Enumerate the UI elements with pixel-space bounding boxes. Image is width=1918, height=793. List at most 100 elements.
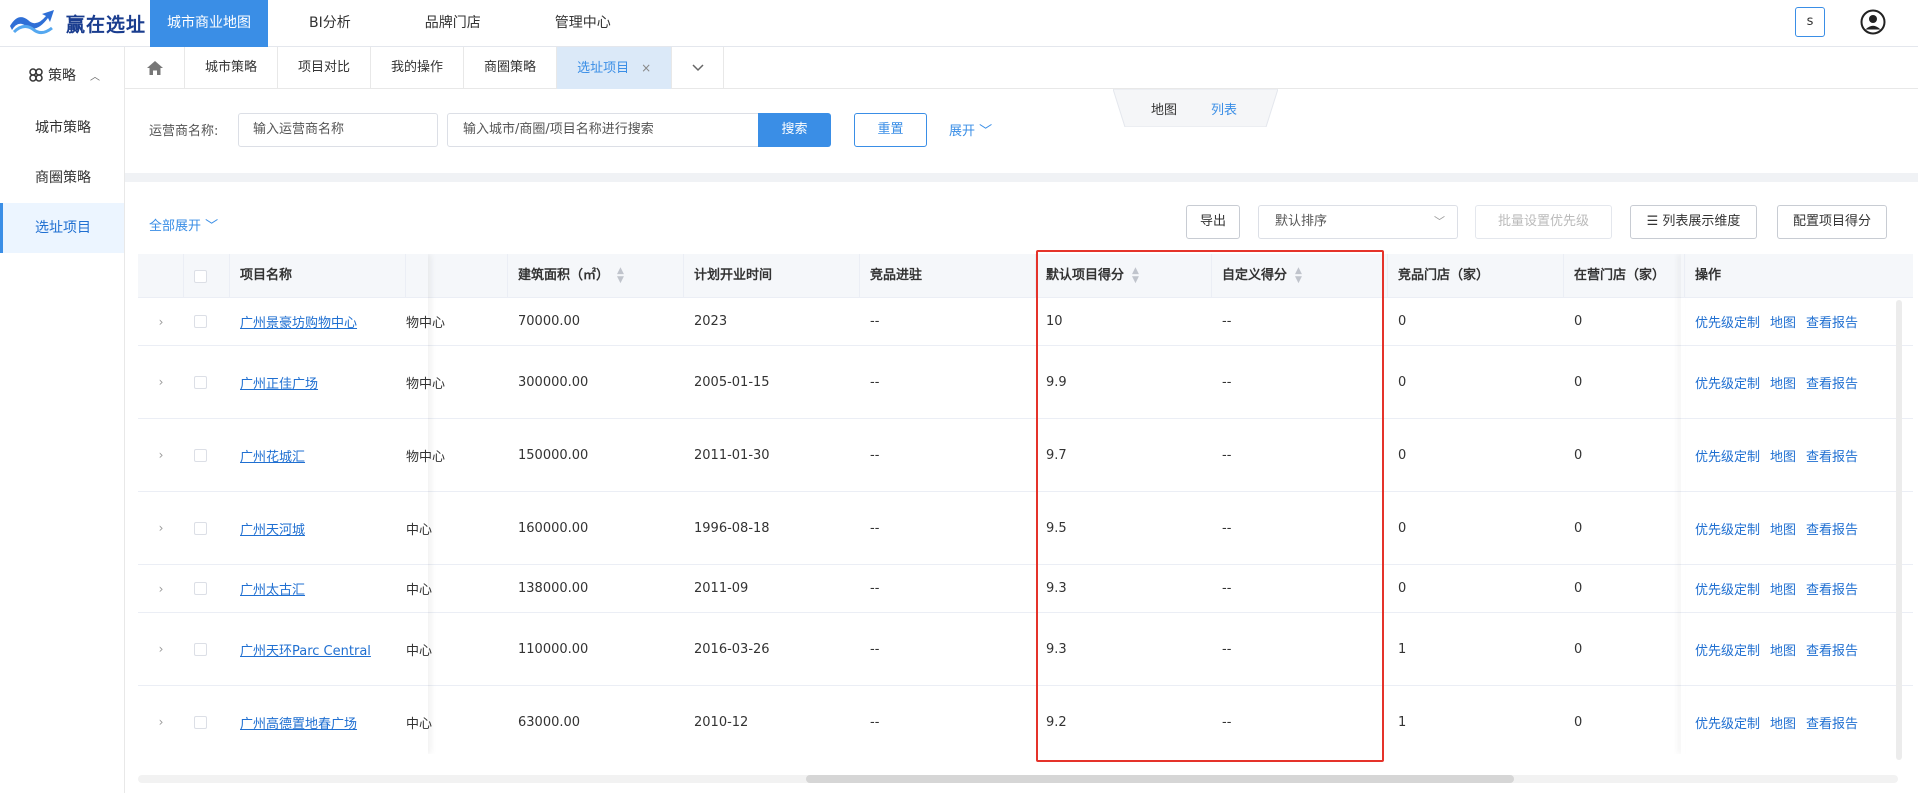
export-button[interactable]: 导出 (1186, 205, 1240, 239)
priority-custom-link[interactable]: 优先级定制 (1695, 312, 1760, 331)
row-checkbox[interactable] (194, 375, 207, 389)
th-custom-score[interactable]: 自定义得分 ▲ ▼ (1212, 254, 1388, 298)
row-checkbox[interactable] (194, 642, 207, 656)
row-checkbox[interactable] (194, 521, 207, 535)
priority-custom-link[interactable]: 优先级定制 (1695, 713, 1760, 732)
map-link[interactable]: 地图 (1770, 579, 1796, 598)
search-button[interactable]: 搜索 (758, 113, 831, 147)
batch-priority-button[interactable]: 批量设置优先级 (1475, 205, 1612, 239)
search-input[interactable]: 输入城市/商圈/项目名称进行搜索 (447, 113, 759, 147)
expand-filter-button[interactable]: 展开 ﹀ (949, 120, 992, 139)
row-expander[interactable]: › (138, 419, 184, 491)
project-link[interactable]: 广州天环Parc Central (240, 640, 371, 659)
th-area[interactable]: 建筑面积（㎡） ▲ ▼ (508, 254, 684, 298)
view-report-link[interactable]: 查看报告 (1806, 312, 1858, 331)
view-report-link[interactable]: 查看报告 (1806, 713, 1858, 732)
cell-open-time: 2005-01-15 (694, 374, 770, 390)
view-report-link[interactable]: 查看报告 (1806, 446, 1858, 465)
horizontal-scrollbar[interactable] (138, 775, 1898, 783)
row-checkbox[interactable] (194, 715, 207, 729)
tab-site-projects[interactable]: 选址项目 × (557, 46, 673, 89)
sidebar-item-site-projects[interactable]: 选址项目 (0, 203, 124, 253)
row-expander[interactable]: › (138, 492, 184, 564)
row-expander[interactable]: › (138, 346, 184, 418)
priority-custom-link[interactable]: 优先级定制 (1695, 640, 1760, 659)
row-checkbox[interactable] (194, 582, 207, 595)
horizontal-scrollbar-thumb[interactable] (806, 775, 1514, 783)
row-checkbox[interactable] (194, 315, 207, 328)
priority-custom-link[interactable]: 优先级定制 (1695, 446, 1760, 465)
view-report-link[interactable]: 查看报告 (1806, 579, 1858, 598)
priority-custom-link[interactable]: 优先级定制 (1695, 579, 1760, 598)
expand-filter-label: 展开 (949, 124, 976, 139)
map-link[interactable]: 地图 (1770, 519, 1796, 538)
map-link[interactable]: 地图 (1770, 312, 1796, 331)
row-expander[interactable]: › (138, 298, 184, 345)
view-map-toggle[interactable]: 地图 (1151, 99, 1177, 118)
tab-home[interactable] (125, 46, 185, 89)
expand-all-button[interactable]: 全部展开 ﹀ (149, 215, 218, 234)
map-link[interactable]: 地图 (1770, 640, 1796, 659)
table-row: › 广州正佳广场 物中心 300000.00 2005-01-15 -- 9.9 -- 0 0 优先… (138, 346, 1913, 419)
nav-bi[interactable]: BI分析 (292, 0, 368, 47)
vertical-scrollbar[interactable] (1896, 300, 1902, 760)
row-checkbox[interactable] (194, 448, 207, 462)
row-expander[interactable]: › (138, 686, 184, 754)
sidebar-item-city-strategy[interactable]: 城市策略 (0, 103, 124, 153)
project-link[interactable]: 广州景豪坊购物中心 (240, 312, 357, 331)
nav-brand-stores[interactable]: 品牌门店 (408, 0, 498, 47)
select-all-checkbox[interactable] (194, 269, 207, 283)
close-icon[interactable]: × (641, 61, 651, 75)
sidebar-item-district-strategy[interactable]: 商圈策略 (0, 153, 124, 203)
list-dimensions-button[interactable]: ☰ 列表展示维度 (1630, 205, 1757, 239)
user-avatar-icon[interactable] (1860, 9, 1886, 35)
operator-input[interactable]: 输入运营商名称 (238, 113, 438, 147)
th-default-score[interactable]: 默认项目得分 ▲ ▼ (1036, 254, 1212, 298)
tab-project-compare[interactable]: 项目对比 (278, 46, 372, 89)
tab-more-button[interactable] (672, 46, 725, 89)
view-report-link[interactable]: 查看报告 (1806, 519, 1858, 538)
cell-default-score: 9.5 (1046, 520, 1067, 536)
cell-area: 70000.00 (518, 314, 581, 329)
top-bar: 赢在选址 城市商业地图 BI分析 品牌门店 管理中心 s (0, 0, 1918, 47)
project-link[interactable]: 广州花城汇 (240, 446, 305, 465)
nav-management[interactable]: 管理中心 (538, 0, 628, 47)
chevron-right-icon: › (158, 715, 164, 729)
priority-custom-link[interactable]: 优先级定制 (1695, 519, 1760, 538)
reset-button[interactable]: 重置 (854, 113, 927, 147)
view-list-toggle[interactable]: 列表 (1211, 99, 1237, 118)
tab-district-strategy[interactable]: 商圈策略 (464, 46, 558, 89)
map-link[interactable]: 地图 (1770, 446, 1796, 465)
map-link[interactable]: 地图 (1770, 373, 1796, 392)
map-link[interactable]: 地图 (1770, 713, 1796, 732)
view-report-link[interactable]: 查看报告 (1806, 640, 1858, 659)
sidebar-group-strategy[interactable]: 策略 ︿ (0, 47, 124, 103)
tab-city-strategy[interactable]: 城市策略 (185, 46, 279, 89)
chevron-right-icon: › (158, 375, 164, 389)
row-expander[interactable]: › (138, 565, 184, 612)
tab-my-operations[interactable]: 我的操作 (371, 46, 465, 89)
sort-icon: ▲ ▼ (1295, 265, 1302, 285)
user-initial-button[interactable]: s (1795, 7, 1825, 37)
th-expand (138, 254, 184, 298)
cell-area: 138000.00 (518, 581, 589, 596)
row-select (184, 346, 230, 418)
row-expander[interactable]: › (138, 613, 184, 685)
project-link[interactable]: 广州天河城 (240, 519, 305, 538)
logo-icon (10, 10, 54, 35)
project-link[interactable]: 广州太古汇 (240, 579, 305, 598)
sort-select[interactable]: 默认排序 ﹀ (1258, 205, 1458, 239)
nav-city-map[interactable]: 城市商业地图 (150, 0, 268, 47)
cell-open-stores: 0 (1574, 714, 1583, 730)
config-score-button[interactable]: 配置项目得分 (1777, 205, 1887, 239)
chevron-right-icon: › (158, 521, 164, 535)
logo[interactable]: 赢在选址 (8, 6, 146, 40)
project-link[interactable]: 广州高德置地春广场 (240, 713, 357, 732)
view-report-link[interactable]: 查看报告 (1806, 373, 1858, 392)
cell-open-time: 2011-09 (694, 581, 749, 596)
priority-custom-link[interactable]: 优先级定制 (1695, 373, 1760, 392)
cell-custom-score: -- (1222, 374, 1232, 390)
row-select (184, 492, 230, 564)
project-link[interactable]: 广州正佳广场 (240, 373, 318, 392)
chevron-up-icon: ︿ (90, 71, 100, 83)
